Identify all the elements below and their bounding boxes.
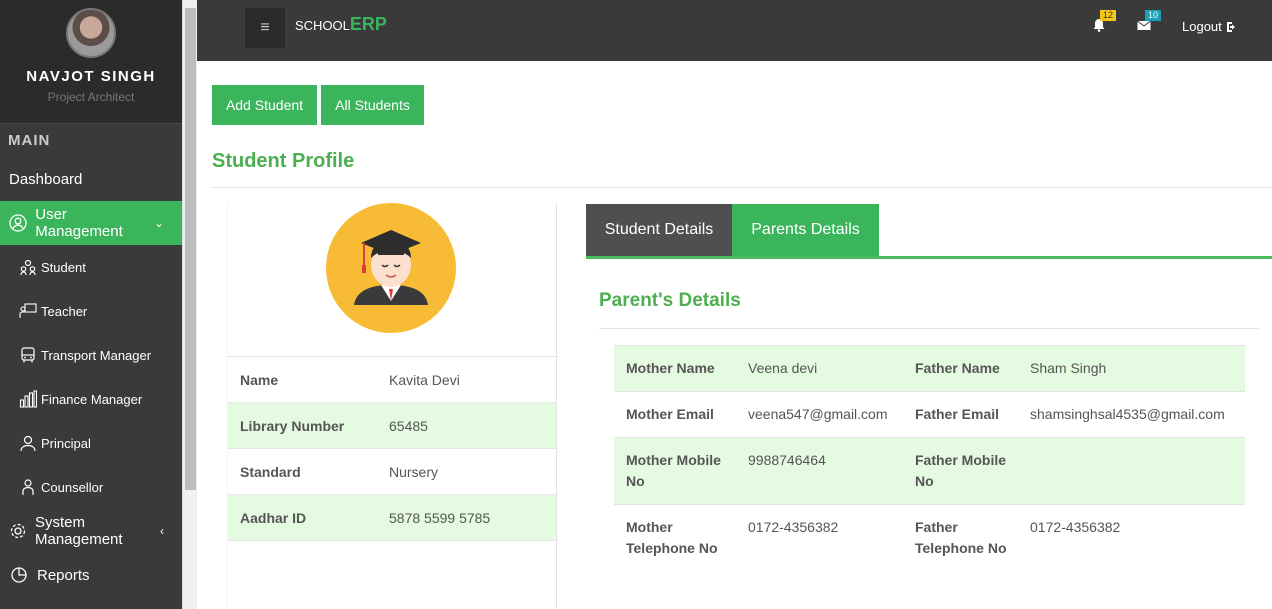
user-circle-icon xyxy=(8,213,27,233)
table-row: Standard Nursery xyxy=(228,449,556,495)
sidebar-item-label: Principal xyxy=(41,435,91,451)
divider xyxy=(599,328,1259,329)
parent-field-value: Veena devi xyxy=(748,360,818,376)
student-field-label: Name xyxy=(240,371,279,388)
student-avatar xyxy=(326,203,456,333)
sidebar-item-system-management[interactable]: System Management ‹ xyxy=(0,509,182,553)
user-role: Project Architect xyxy=(47,90,135,104)
sidebar-item-dashboard[interactable]: Dashboard xyxy=(0,157,182,201)
notifications-button[interactable]: 12 xyxy=(1092,10,1117,34)
sidebar-item-reports[interactable]: Reports xyxy=(0,553,182,597)
sidebar-item-label: Finance Manager xyxy=(41,391,143,407)
sidebar-item-label: Dashboard xyxy=(9,170,83,188)
parent-field-value: shamsinghsal4535@gmail.com xyxy=(1030,406,1225,422)
student-field-value: Nursery xyxy=(389,463,439,480)
brand-logo[interactable]: SCHOOLERP xyxy=(295,14,387,35)
person-icon xyxy=(18,433,38,453)
scrollbar-thumb[interactable] xyxy=(185,8,196,490)
parent-field-label: Mother Email xyxy=(626,406,714,422)
avatar[interactable] xyxy=(66,8,116,58)
sidebar-item-label: User Management xyxy=(35,206,123,240)
parent-field-value: 0172-4356382 xyxy=(1030,519,1121,535)
gear-icon xyxy=(9,521,27,541)
hamburger-icon: ≡ xyxy=(260,19,270,36)
all-students-button[interactable]: All Students xyxy=(321,85,424,125)
sidebar-item-label: Teacher xyxy=(41,303,88,319)
sidebar-item-student[interactable]: Student xyxy=(0,245,182,289)
student-field-label: Standard xyxy=(240,463,301,480)
sidebar-item-label: Reports xyxy=(37,566,90,584)
sidebar: NAVJOT SINGH Project Architect MAIN Dash… xyxy=(0,0,182,609)
parent-field-label: Mother Telephone No xyxy=(626,519,718,556)
messages-button[interactable]: 10 xyxy=(1137,10,1162,34)
sidebar-item-finance-manager[interactable]: Finance Manager xyxy=(0,377,182,421)
parent-field-label: Father Name xyxy=(915,360,1000,376)
parent-field-value: veena547@gmail.com xyxy=(748,406,888,422)
parent-field-label: Father Email xyxy=(915,406,1000,422)
counsellor-icon xyxy=(18,477,38,497)
sidebar-item-principal[interactable]: Principal xyxy=(0,421,182,465)
sidebar-item-label: Student xyxy=(41,259,86,275)
parent-field-value: 9988746464 xyxy=(748,452,826,468)
section-label-main: MAIN xyxy=(0,123,182,157)
tab-parents-details[interactable]: Parents Details xyxy=(732,204,879,256)
pie-chart-icon xyxy=(9,565,29,585)
brand-prefix: SCHOOL xyxy=(295,18,350,33)
brand-suffix: ERP xyxy=(349,14,387,34)
sidebar-item-counsellor[interactable]: Counsellor xyxy=(0,465,182,509)
teacher-icon xyxy=(18,301,38,321)
sidebar-scrollbar[interactable] xyxy=(182,0,197,609)
student-field-label: Library Number xyxy=(240,417,345,434)
student-field-value: Kavita Devi xyxy=(389,371,460,388)
student-info-table: Name Kavita Devi Library Number 65485 St… xyxy=(228,356,556,541)
details-tabs: Student Details Parents Details xyxy=(586,204,1272,259)
messages-badge: 10 xyxy=(1145,10,1162,21)
table-row: Mother Telephone No 0172-4356382 Father … xyxy=(614,504,1245,571)
parent-field-label: Father Telephone No xyxy=(915,519,1007,556)
table-row: Library Number 65485 xyxy=(228,403,556,449)
sidebar-item-user-management[interactable]: User Management ⌄ xyxy=(0,201,182,245)
student-summary-card: Name Kavita Devi Library Number 65485 St… xyxy=(227,203,557,609)
students-icon xyxy=(18,257,38,277)
parent-field-label: Father Mobile No xyxy=(915,452,1007,489)
user-name: NAVJOT SINGH xyxy=(26,68,156,85)
logout-icon xyxy=(1226,21,1235,32)
table-row: Mother Mobile No 9988746464 Father Mobil… xyxy=(614,437,1245,504)
divider xyxy=(211,187,1272,188)
bus-icon xyxy=(18,345,38,365)
sidebar-profile: NAVJOT SINGH Project Architect xyxy=(0,0,182,123)
sidebar-item-label: Counsellor xyxy=(41,479,104,495)
sidebar-item-transport-manager[interactable]: Transport Manager xyxy=(0,333,182,377)
menu-toggle-button[interactable]: ≡ xyxy=(245,8,285,48)
student-field-value: 65485 xyxy=(389,417,428,434)
table-row: Name Kavita Devi xyxy=(228,357,556,403)
section-title: Parent's Details xyxy=(599,290,741,311)
parent-field-value xyxy=(1018,450,1030,504)
sidebar-item-label: System Management xyxy=(35,514,123,548)
parent-field-label: Mother Name xyxy=(626,360,715,376)
chevron-down-icon: ⌄ xyxy=(153,216,164,230)
table-row: Aadhar ID 5878 5599 5785 xyxy=(228,495,556,541)
student-field-label: Aadhar ID xyxy=(240,509,307,526)
logout-label: Logout xyxy=(1182,19,1222,34)
chevron-left-icon: ‹ xyxy=(160,524,164,538)
tab-student-details[interactable]: Student Details xyxy=(586,204,732,256)
parents-table: Mother Name Veena devi Father Name Sham … xyxy=(614,345,1245,571)
page-title: Student Profile xyxy=(212,150,355,172)
table-row: Mother Name Veena devi Father Name Sham … xyxy=(614,345,1245,391)
main-content: Add Student All Students Student Profile xyxy=(197,61,1272,609)
student-field-value: 5878 5599 5785 xyxy=(389,509,491,526)
parent-field-value: 0172-4356382 xyxy=(748,519,839,535)
add-student-button[interactable]: Add Student xyxy=(212,85,317,125)
notifications-badge: 12 xyxy=(1100,10,1117,21)
topbar: ≡ SCHOOLERP 12 10 Logout xyxy=(197,0,1272,61)
bar-chart-icon xyxy=(18,389,38,409)
parent-field-label: Mother Mobile No xyxy=(626,452,721,489)
sidebar-item-label: Transport Manager xyxy=(41,347,152,363)
parent-field-value: Sham Singh xyxy=(1030,360,1107,376)
sidebar-item-teacher[interactable]: Teacher xyxy=(0,289,182,333)
logout-button[interactable]: Logout xyxy=(1182,19,1238,34)
table-row: Mother Email veena547@gmail.com Father E… xyxy=(614,391,1245,437)
